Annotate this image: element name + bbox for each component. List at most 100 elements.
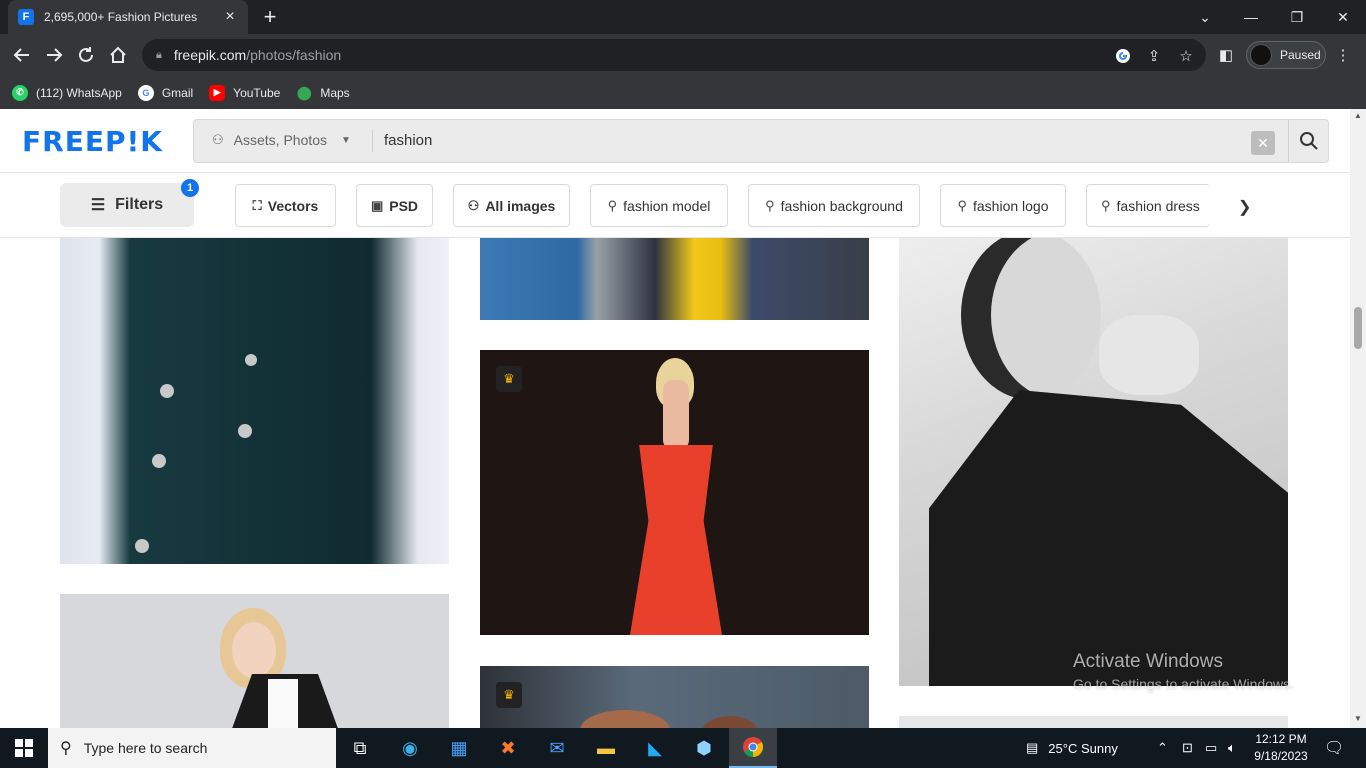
scroll-down-icon[interactable]: ▼ xyxy=(1354,714,1362,723)
minimize-button[interactable]: — xyxy=(1228,0,1274,34)
edge-icon[interactable]: ◉ xyxy=(386,728,434,768)
mail-icon[interactable]: ✉ xyxy=(533,728,581,768)
activate-windows-title: Activate Windows xyxy=(1073,651,1223,672)
file-explorer-icon[interactable]: ▬ xyxy=(582,728,630,768)
start-button[interactable] xyxy=(0,728,48,768)
clock-time: 12:12 PM xyxy=(1255,732,1307,746)
chip-fashion-background[interactable]: ⚲ fashion background xyxy=(748,184,920,227)
bookmark-label: (112) WhatsApp xyxy=(36,85,122,100)
xampp-icon[interactable]: ✖ xyxy=(484,728,532,768)
search-scope-dropdown[interactable]: ⚇ Assets, Photos ▼ xyxy=(212,132,351,148)
weather-text: 25°C Sunny xyxy=(1048,740,1118,756)
browser-tab[interactable]: F 2,695,000+ Fashion Pictures × xyxy=(8,0,248,34)
bookmark-label: Maps xyxy=(320,85,350,100)
forward-arrow-icon xyxy=(47,48,63,62)
chip-fashion-model[interactable]: ⚲ fashion model xyxy=(590,184,728,227)
address-bar[interactable]: 🔒︎ freepik.com/photos/fashion ⇪ ☆ xyxy=(142,39,1206,71)
search-button[interactable] xyxy=(1288,120,1329,162)
maps-icon: ⬤ xyxy=(297,84,312,100)
restore-button[interactable]: ❐ xyxy=(1274,0,1320,34)
filters-button[interactable]: ☰ Filters xyxy=(60,183,194,227)
chip-label: PSD xyxy=(389,197,419,214)
home-button[interactable] xyxy=(105,42,131,68)
url-host: freepik.com xyxy=(173,47,247,63)
vectors-icon: ⛶ xyxy=(252,197,262,213)
weather-widget[interactable]: ▤ 25°C Sunny xyxy=(1026,728,1118,768)
avatar xyxy=(1250,44,1272,66)
chip-label: fashion background xyxy=(780,197,903,214)
sliders-icon: ☰ xyxy=(90,197,106,214)
search-input[interactable]: fashion xyxy=(384,132,432,149)
premium-crown-icon: ♛ xyxy=(496,366,522,392)
freepik-logo[interactable]: FREEP!K xyxy=(22,125,163,158)
bookmark-youtube[interactable]: ▶ YouTube xyxy=(209,84,280,101)
browser-toolbar: 🔒︎ freepik.com/photos/fashion ⇪ ☆ ◧ ⋮ xyxy=(0,34,1366,76)
youtube-icon: ▶ xyxy=(209,84,226,101)
back-button[interactable] xyxy=(9,42,35,68)
chip-fashion-dress[interactable]: ⚲ fashion dress xyxy=(1086,184,1210,227)
clear-search-button[interactable]: ✕ xyxy=(1251,131,1275,155)
search-scope-label: Assets, Photos xyxy=(233,132,328,148)
side-panel-icon[interactable]: ◧ xyxy=(1217,46,1235,64)
scroll-up-icon[interactable]: ▲ xyxy=(1354,111,1362,120)
store-icon[interactable]: ▦ xyxy=(435,728,483,768)
bookmark-maps[interactable]: ⬤ Maps xyxy=(296,84,350,101)
chevron-right-icon[interactable]: ❯ xyxy=(1238,197,1251,217)
lock-icon: 🔒︎ xyxy=(156,48,162,61)
photo-premium-portrait[interactable]: ♛ xyxy=(480,666,869,728)
filters-label: Filters xyxy=(115,196,164,213)
close-tab-icon[interactable]: × xyxy=(222,8,238,26)
photo-placeholder[interactable] xyxy=(899,716,1288,728)
page-scrollbar[interactable]: ▲ ▼ xyxy=(1350,109,1366,728)
cube-app-icon[interactable]: ⬢ xyxy=(680,728,728,768)
volume-icon[interactable]: 🔈︎ xyxy=(1228,728,1236,768)
tab-search-chevron-icon[interactable]: ⌄ xyxy=(1182,0,1228,34)
search-icon: ⚲ xyxy=(607,197,618,213)
google-lens-icon[interactable] xyxy=(1114,47,1132,65)
close-window-button[interactable]: ✕ xyxy=(1320,0,1366,34)
profile-button[interactable]: Paused xyxy=(1246,41,1326,69)
show-hidden-icons[interactable]: ⌃ xyxy=(1157,728,1168,768)
share-icon[interactable]: ⇪ xyxy=(1145,47,1163,65)
scrollbar-thumb[interactable] xyxy=(1354,307,1362,349)
chip-label: fashion logo xyxy=(973,197,1049,214)
photo-blonde-woman[interactable] xyxy=(60,594,449,728)
chip-vectors[interactable]: ⛶ Vectors xyxy=(235,184,336,227)
freepik-favicon-icon: F xyxy=(18,9,34,25)
battery-icon[interactable]: ▭ xyxy=(1205,728,1217,768)
images-icon: ⚇ xyxy=(467,197,480,213)
photo-red-dress[interactable]: ♛ xyxy=(480,350,869,635)
site-header: FREEP!K ⚇ Assets, Photos ▼ fashion ✕ xyxy=(0,109,1350,173)
meet-now-icon[interactable]: ⊡ xyxy=(1182,728,1193,768)
forward-button[interactable] xyxy=(41,42,67,68)
chip-label: All images xyxy=(485,197,556,214)
vscode-icon[interactable]: ◣ xyxy=(631,728,679,768)
windows-taskbar: ⚲ Type here to search ⧉ ◉ ▦ ✖ ✉ ▬ ◣ ⬢ ▤ … xyxy=(0,728,1366,768)
premium-crown-icon: ♛ xyxy=(496,682,522,708)
browser-tab-bar: F 2,695,000+ Fashion Pictures × + ⌄ — ❐ … xyxy=(0,0,1366,34)
filters-count-badge: 1 xyxy=(181,179,199,197)
photo-bw-portrait[interactable] xyxy=(899,220,1288,686)
taskbar-search[interactable]: ⚲ Type here to search xyxy=(48,728,336,768)
tab-title: 2,695,000+ Fashion Pictures xyxy=(44,10,198,24)
chrome-icon[interactable] xyxy=(729,728,777,768)
chip-fashion-logo[interactable]: ⚲ fashion logo xyxy=(940,184,1066,227)
url-path: /photos/fashion xyxy=(246,47,342,63)
clock[interactable]: 12:12 PM 9/18/2023 xyxy=(1250,731,1312,765)
activate-windows-subtitle: Go to Settings to activate Windows. xyxy=(1073,676,1294,692)
bookmark-label: Gmail xyxy=(161,85,194,100)
search-divider xyxy=(372,130,373,152)
bookmark-star-icon[interactable]: ☆ xyxy=(1177,47,1195,65)
menu-dots-icon[interactable]: ⋮ xyxy=(1334,46,1352,64)
reload-icon xyxy=(79,47,93,62)
chip-all-images[interactable]: ⚇ All images xyxy=(453,184,570,227)
home-icon xyxy=(110,46,126,63)
new-tab-button[interactable]: + xyxy=(258,4,282,30)
clock-date: 9/18/2023 xyxy=(1254,749,1308,763)
notifications-icon[interactable]: 🗨︎ xyxy=(1324,728,1344,768)
reload-button[interactable] xyxy=(73,42,99,68)
task-view-icon[interactable]: ⧉ xyxy=(336,728,384,768)
bookmark-gmail[interactable]: G Gmail xyxy=(137,84,194,101)
bookmark-whatsapp[interactable]: ✆ (112) WhatsApp xyxy=(12,84,122,101)
chip-psd[interactable]: ▣ PSD xyxy=(356,184,433,227)
